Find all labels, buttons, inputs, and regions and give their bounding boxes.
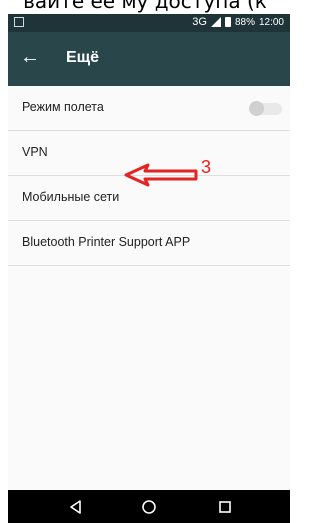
- network-type: 3G: [192, 16, 207, 28]
- phone-screen: 3G 88% 12:00 ← Ещё Режим полета VPN Моби…: [8, 14, 290, 523]
- vpn-label: VPN: [22, 145, 48, 159]
- arrow-left-icon[interactable]: ←: [20, 45, 44, 69]
- airplane-mode-label: Режим полета: [22, 100, 104, 114]
- notification-icon: [14, 17, 24, 27]
- navigation-bar: [8, 490, 290, 523]
- status-bar: 3G 88% 12:00: [8, 14, 290, 32]
- mobile-networks-label: Мобильные сети: [22, 190, 120, 204]
- airplane-mode-toggle[interactable]: [249, 101, 282, 116]
- bluetooth-printer-row[interactable]: Bluetooth Printer Support APP: [8, 221, 290, 266]
- bluetooth-printer-label: Bluetooth Printer Support APP: [22, 235, 191, 249]
- airplane-mode-row[interactable]: Режим полета: [8, 86, 290, 131]
- battery-percent: 88%: [234, 16, 255, 28]
- signal-icon: [210, 17, 221, 27]
- page-title: Ещё: [66, 49, 100, 66]
- status-indicators: 3G 88% 12:00: [192, 16, 284, 28]
- battery-icon: [224, 17, 231, 27]
- clock: 12:00: [258, 16, 284, 28]
- home-icon[interactable]: [141, 499, 157, 515]
- app-bar: ← Ещё: [8, 32, 290, 86]
- recents-icon[interactable]: [217, 499, 233, 515]
- annotation-number: 3: [201, 157, 212, 177]
- back-icon[interactable]: [68, 499, 84, 515]
- top-caption: вайте ее му доступа (к: [0, 0, 290, 14]
- toggle-knob: [249, 101, 264, 116]
